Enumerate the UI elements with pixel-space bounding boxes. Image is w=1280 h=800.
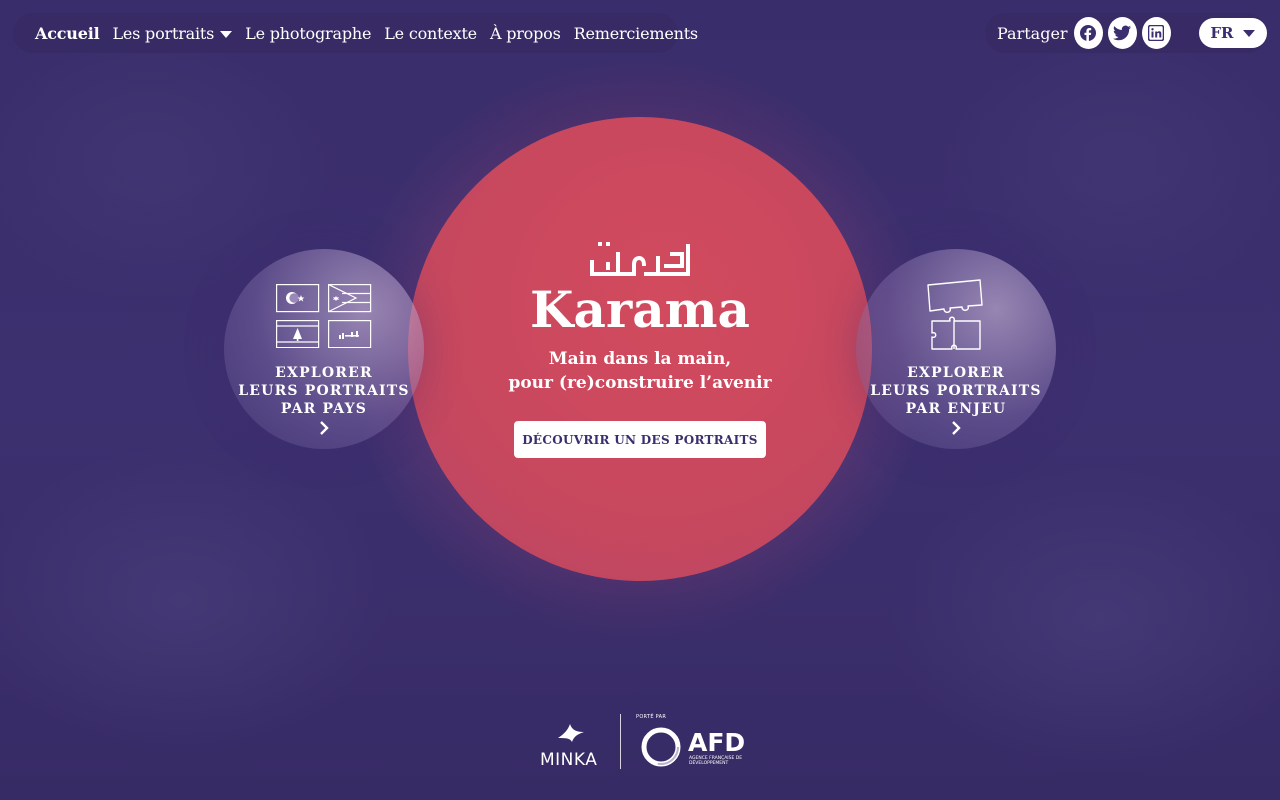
facebook-icon[interactable]: [1073, 17, 1103, 49]
explore-issue-line3: PAR ENJEU: [905, 401, 1007, 417]
hero-subtitle: Main dans la main, pour (re)construire l…: [440, 347, 840, 395]
discover-portrait-button[interactable]: DÉCOUVRIR UN DES PORTRAITS: [514, 421, 766, 458]
bird-icon: [558, 724, 584, 742]
nav-le-photographe[interactable]: Le photographe: [245, 24, 371, 43]
flags-icon: [276, 284, 372, 348]
chevron-down-icon: [1243, 29, 1256, 37]
linkedin-icon[interactable]: [1141, 17, 1171, 49]
explore-country-line3: PAR PAYS: [280, 401, 368, 417]
chevron-down-icon: [220, 30, 233, 38]
nav-les-portraits[interactable]: Les portraits: [112, 23, 233, 43]
explore-country-line1: EXPLORER: [275, 365, 373, 381]
nav-les-portraits-label: Les portraits: [112, 23, 215, 43]
partner-logos: MINKA PORTÉ PAR AFD AGENCE FRANÇAISE DE …: [538, 712, 746, 772]
puzzle-icon: [927, 279, 983, 350]
twitter-icon[interactable]: [1107, 17, 1137, 49]
language-select[interactable]: FR: [1198, 18, 1268, 48]
hero-subtitle-line2: pour (re)construire l’avenir: [508, 373, 772, 393]
nav-remerciements[interactable]: Remerciements: [574, 24, 699, 43]
explore-issue-line2: LEURS PORTRAITS: [870, 383, 1042, 399]
minka-logo[interactable]: MINKA: [538, 720, 608, 770]
nav-a-propos[interactable]: À propos: [490, 24, 561, 43]
carried-by-label: PORTÉ PAR: [636, 714, 667, 720]
arabic-title-logo: [590, 242, 690, 276]
explore-by-issue-button[interactable]: EXPLORER LEURS PORTRAITS PAR ENJEU: [856, 249, 1056, 449]
explore-issue-line1: EXPLORER: [907, 365, 1005, 381]
afd-text: AFD: [688, 728, 746, 757]
minka-text: MINKA: [540, 750, 598, 770]
nav-le-contexte[interactable]: Le contexte: [384, 24, 477, 43]
share-label: Partager: [997, 23, 1068, 43]
explore-country-label: EXPLORER LEURS PORTRAITS PAR PAYS: [224, 364, 424, 418]
share-bar: Partager FR: [985, 13, 1268, 53]
explore-issue-label: EXPLORER LEURS PORTRAITS PAR ENJEU: [856, 364, 1056, 418]
afd-ring-icon[interactable]: [640, 726, 682, 768]
explore-country-line2: LEURS PORTRAITS: [238, 383, 410, 399]
nav-accueil[interactable]: Accueil: [35, 24, 100, 43]
chevron-right-icon: [952, 421, 961, 435]
afd-subtitle: AGENCE FRANÇAISE DE DÉVELOPPEMENT: [689, 756, 743, 766]
footer-divider: [620, 714, 621, 769]
hero-subtitle-line1: Main dans la main,: [548, 349, 732, 369]
language-value: FR: [1210, 24, 1234, 42]
explore-by-country-button[interactable]: EXPLORER LEURS PORTRAITS PAR PAYS: [224, 249, 424, 449]
main-nav: Accueil Les portraits Le photographe Le …: [13, 13, 698, 53]
chevron-right-icon: [320, 421, 329, 435]
hero-title: Karama: [530, 280, 750, 339]
